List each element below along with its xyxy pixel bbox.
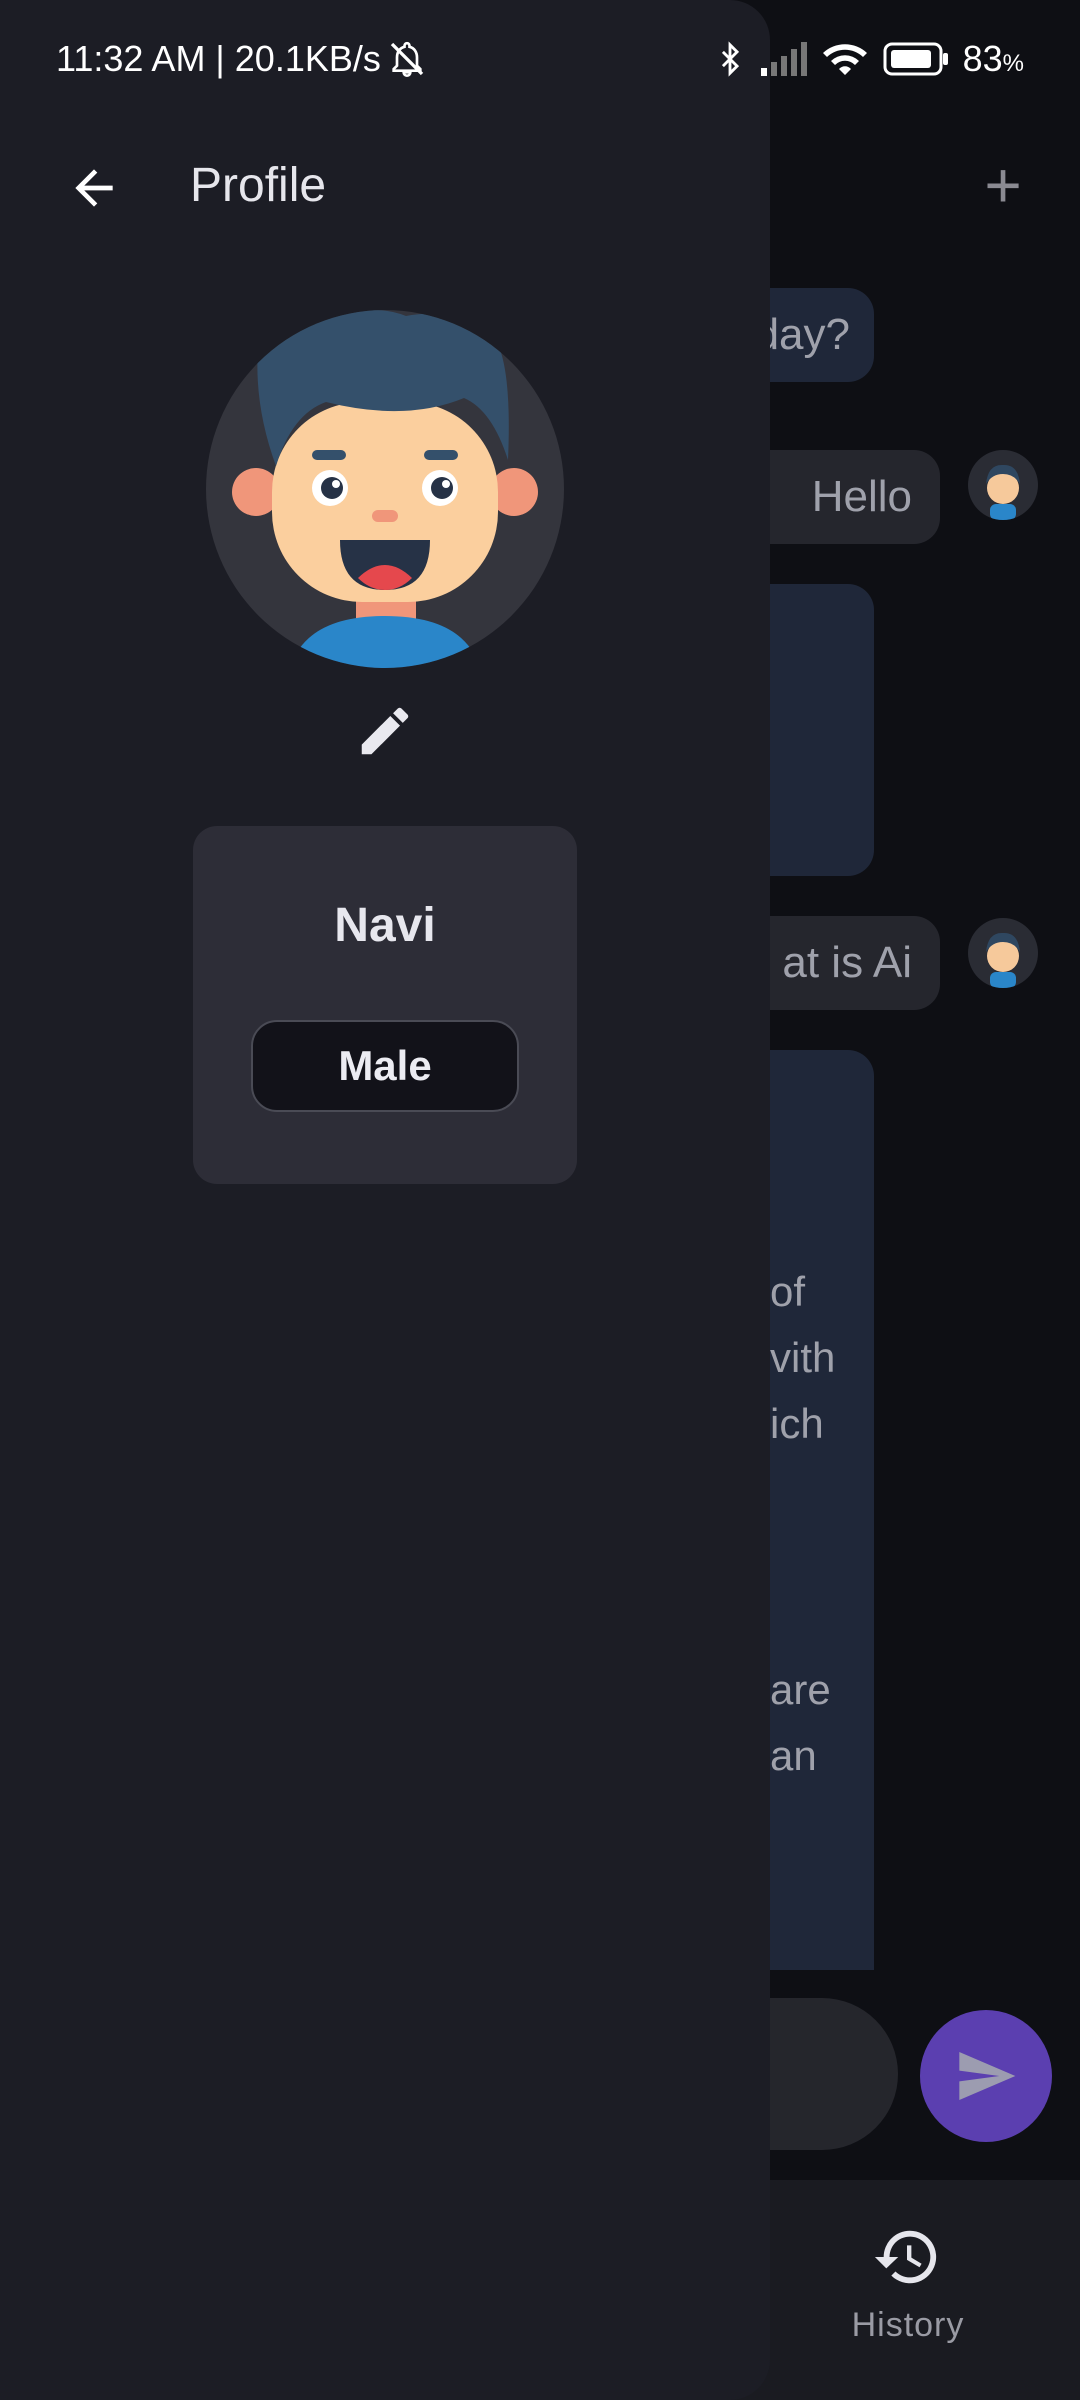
user-avatar [968, 450, 1038, 520]
message-fragment: vith [770, 1334, 836, 1381]
message-fragment: are [770, 1666, 831, 1713]
message-text: at is Ai [782, 938, 912, 987]
gender-chip[interactable]: Male [251, 1020, 519, 1112]
history-icon[interactable] [872, 2222, 942, 2292]
send-icon [959, 2052, 1016, 2100]
profile-card: Navi Male [193, 826, 577, 1184]
nav-history-label[interactable]: History [820, 2306, 996, 2345]
profile-avatar[interactable] [206, 310, 564, 668]
battery-icon [883, 42, 948, 76]
mute-icon [390, 41, 424, 78]
bluetooth-icon [721, 41, 739, 77]
plus-icon[interactable]: + [968, 150, 1038, 220]
page-title: Profile [190, 159, 327, 212]
user-avatar [968, 918, 1038, 988]
message-text: Hello [811, 472, 912, 521]
profile-name: Navi [334, 899, 436, 952]
arrow-left-icon [75, 169, 113, 207]
back-button[interactable] [56, 150, 132, 226]
send-button[interactable] [920, 2010, 1052, 2142]
status-bar: 11:32 AM | 20.1KB/s 83% [0, 0, 1080, 124]
status-time: 11:32 AM | 20.1KB/s [56, 38, 381, 79]
message-fragment: an [770, 1732, 817, 1779]
battery-percent: 83% [963, 38, 1024, 80]
signal-icon [760, 42, 807, 76]
profile-drawer: Profile Navi Male [0, 0, 770, 2400]
wifi-icon [822, 44, 867, 75]
message-fragment: of [770, 1268, 806, 1315]
app-screen: + day? Hello at is Ai of vith ich are an… [0, 0, 1080, 2400]
battery-value: 83 [962, 38, 1003, 79]
battery-unit: % [1002, 50, 1024, 77]
message-fragment: ich [770, 1400, 824, 1447]
pencil-icon[interactable] [354, 700, 416, 762]
